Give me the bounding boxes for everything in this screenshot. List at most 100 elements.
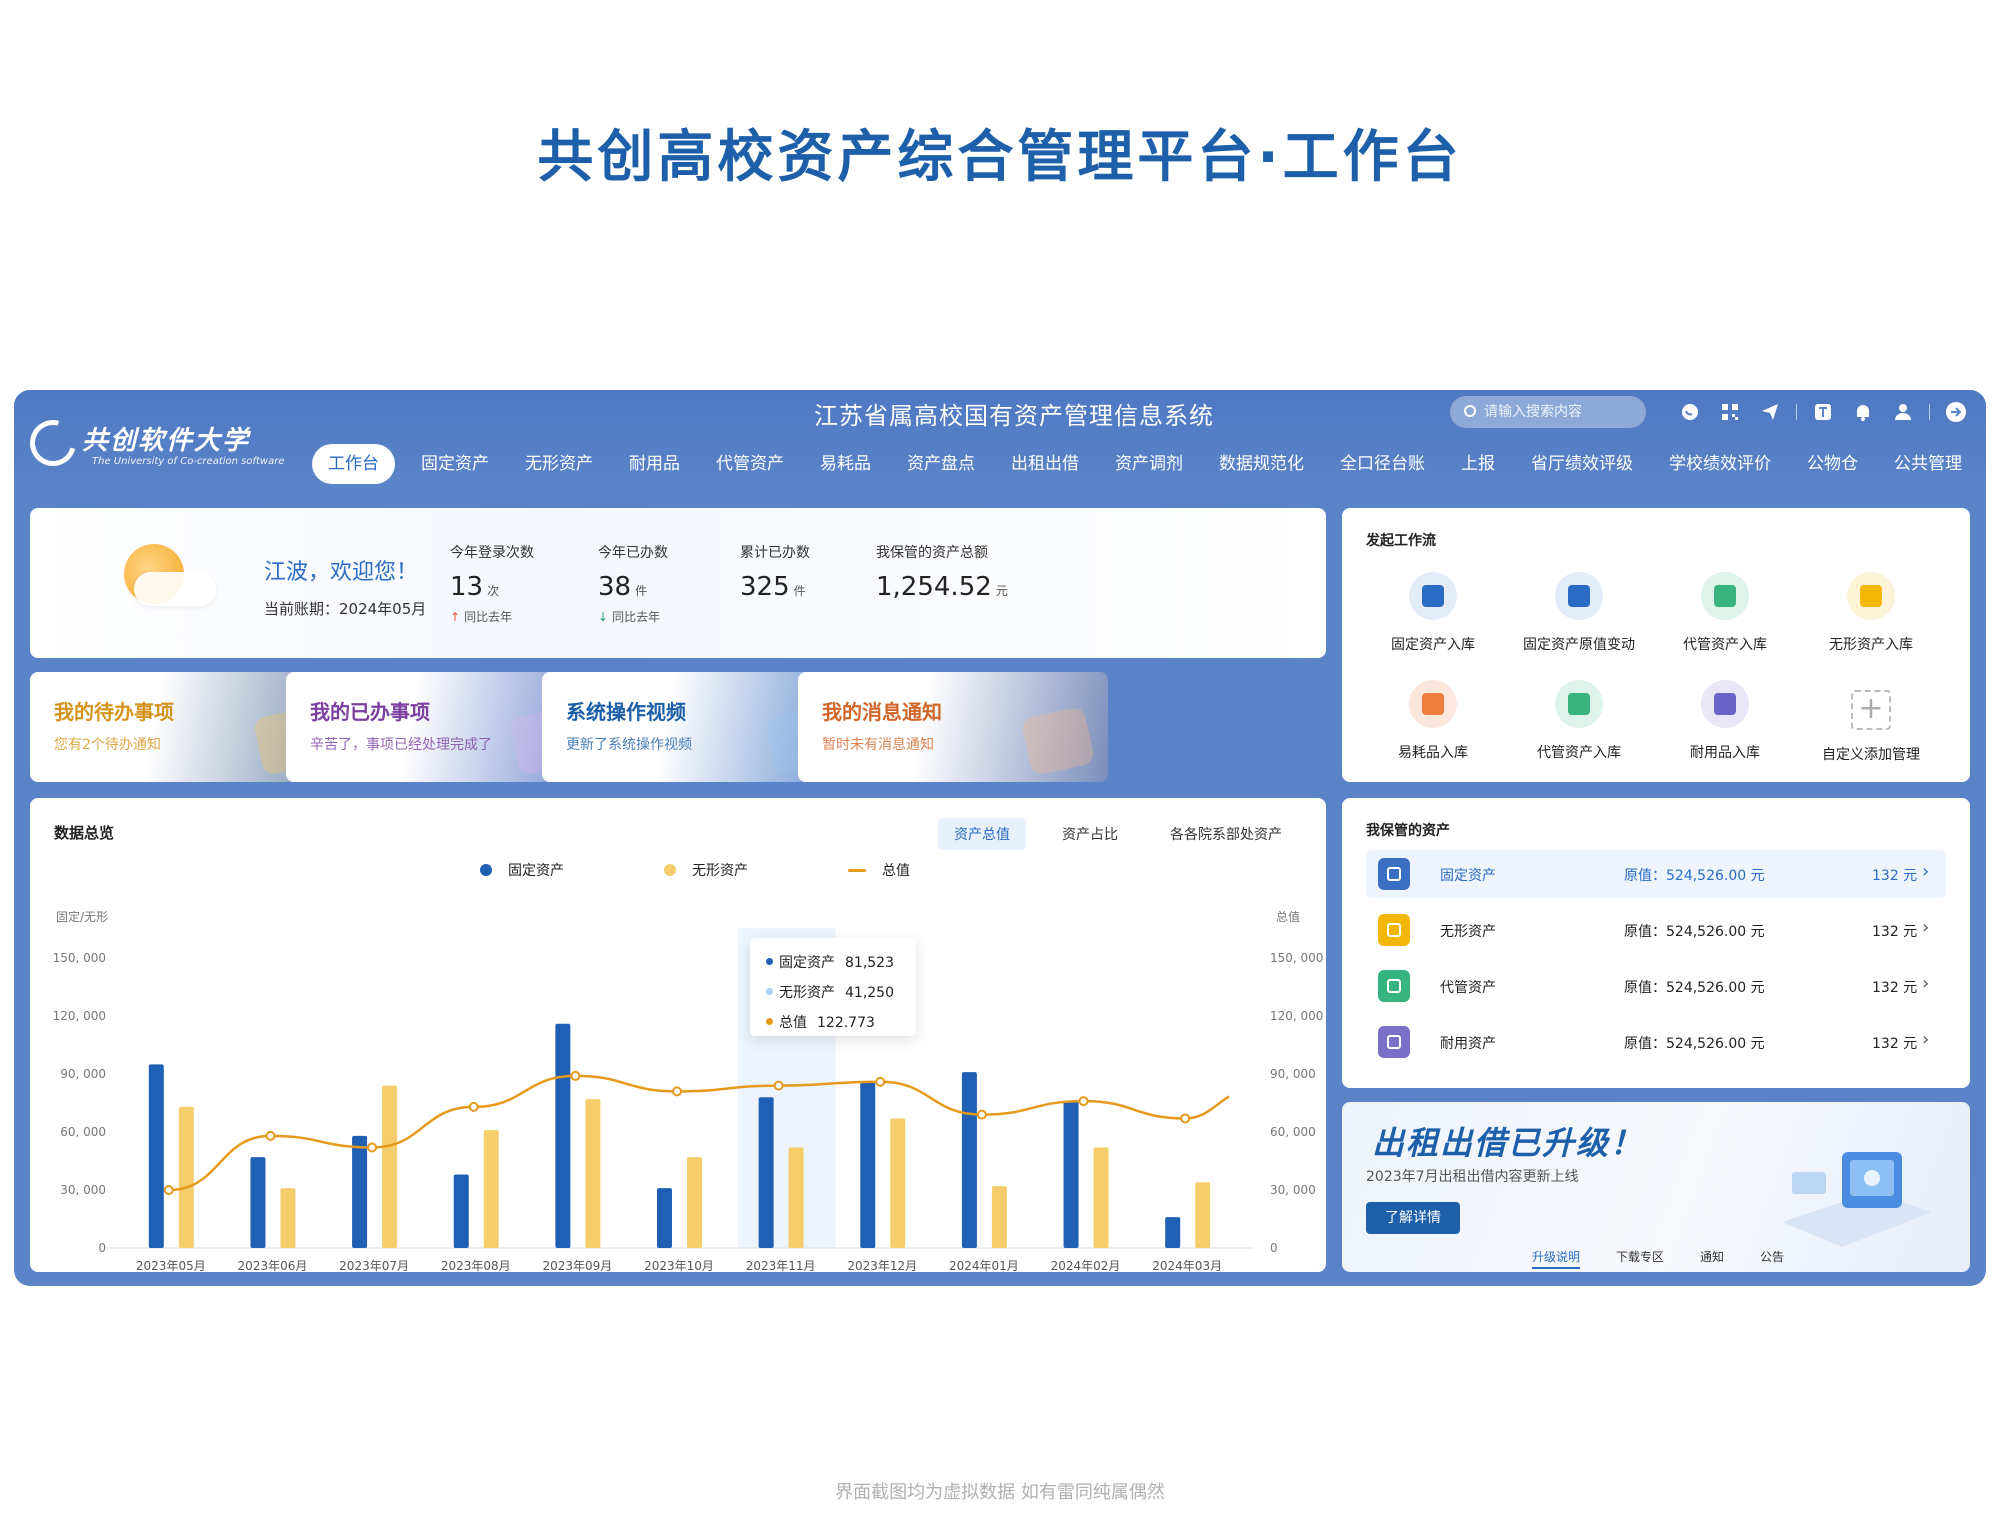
workflow-add-custom[interactable]: + 自定义添加管理 <box>1796 686 1946 764</box>
workflow-item[interactable]: 固定资产入库 <box>1358 572 1508 654</box>
divider <box>1929 404 1930 420</box>
user-icon[interactable] <box>1883 396 1923 428</box>
x-tick-label: 2024年01月 <box>949 1259 1019 1272</box>
nav-item[interactable]: 公物仓 <box>1789 444 1876 484</box>
nav-item[interactable]: 易耗品 <box>802 444 889 484</box>
asset-original-value: 原值：524,526.00 元 <box>1624 980 1765 996</box>
asset-original-value: 原值：524,526.00 元 <box>1624 924 1765 940</box>
total-value-point <box>367 1142 378 1153</box>
workflow-item-icon <box>1701 680 1749 728</box>
total-value-point <box>1078 1096 1089 1107</box>
qrcode-icon[interactable] <box>1710 396 1750 428</box>
bar-fixed-asset <box>1165 1217 1181 1248</box>
left-tick-label: 90, 000 <box>60 1067 106 1081</box>
asset-count: 132 元 <box>1872 1036 1918 1052</box>
chevron-right-icon[interactable]: › <box>1922 973 1929 994</box>
stat-trend-label: 同比去年 <box>612 610 661 624</box>
workflow-add-label: 自定义添加管理 <box>1822 747 1920 763</box>
workflow-item-label: 代管资产入库 <box>1537 745 1621 761</box>
nav-item[interactable]: 全口径台账 <box>1322 444 1443 484</box>
nav-item[interactable]: 耐用品 <box>611 444 698 484</box>
bell-icon[interactable] <box>1843 396 1883 428</box>
nav-item[interactable]: 公共管理 <box>1876 444 1980 484</box>
stat-value-row: 325 件 <box>740 572 810 602</box>
quick-card-title: 系统操作视频 <box>566 700 686 724</box>
app-window: 共创软件大学 The University of Co-creation sof… <box>14 390 1986 1286</box>
workflow-item-label: 耐用品入库 <box>1690 745 1760 761</box>
right-tick-label: 120, 000 <box>1270 1009 1323 1023</box>
promo-tab[interactable]: 下载专区 <box>1616 1248 1664 1269</box>
chevron-right-icon[interactable]: › <box>1922 861 1929 882</box>
workflow-item[interactable]: 耐用品入库 <box>1650 680 1800 762</box>
bar-intangible-asset <box>1195 1182 1211 1248</box>
promo-tabs: 升级说明 下载专区 通知 公告 <box>1532 1248 1784 1269</box>
right-tick-label: 150, 000 <box>1270 951 1323 965</box>
top-bar: 共创软件大学 The University of Co-creation sof… <box>14 390 1986 492</box>
tooltip-value: 81,523 <box>845 955 894 971</box>
right-tick-label: 30, 000 <box>1270 1183 1316 1197</box>
stat-block: 我保管的资产总额 1,254.52 元 <box>876 542 1008 602</box>
bar-intangible-asset <box>1093 1147 1109 1248</box>
asset-row[interactable]: 固定资产 原值：524,526.00 元 132 元 › <box>1366 850 1946 898</box>
bar-intangible-asset <box>382 1085 398 1248</box>
learn-more-button[interactable]: 了解详情 <box>1366 1202 1460 1234</box>
logout-icon[interactable] <box>1936 396 1976 428</box>
bar-fixed-asset <box>453 1174 469 1248</box>
nav-item[interactable]: 固定资产 <box>403 444 507 484</box>
asset-row[interactable]: 无形资产 原值：524,526.00 元 132 元 › <box>1366 906 1946 954</box>
workflow-item[interactable]: 代管资产入库 <box>1650 572 1800 654</box>
footer-disclaimer: 界面截图均为虚拟数据 如有雷同纯属偶然 <box>835 1482 1165 1503</box>
nav-item[interactable]: 上报 <box>1443 444 1513 484</box>
x-tick-label: 2023年08月 <box>441 1259 511 1272</box>
promo-tab[interactable]: 升级说明 <box>1532 1248 1581 1269</box>
nav-item[interactable]: 代管资产 <box>698 444 802 484</box>
message-card[interactable]: 我的消息通知 暂时未有消息通知 <box>798 672 1108 782</box>
nav-item[interactable]: 工作台 <box>312 444 395 484</box>
workflow-item[interactable]: 易耗品入库 <box>1358 680 1508 762</box>
text-icon[interactable] <box>1803 396 1843 428</box>
promo-tab[interactable]: 通知 <box>1700 1248 1724 1269</box>
my-assets-panel: 我保管的资产 固定资产 原值：524,526.00 元 132 元 › 无形资产 原值：5… <box>1342 798 1970 1088</box>
logo-name: 共创软件大学 <box>82 426 251 456</box>
total-value-point <box>468 1101 479 1112</box>
nav-item[interactable]: 数据规范化 <box>1201 444 1322 484</box>
chevron-right-icon[interactable]: › <box>1922 1029 1929 1050</box>
promo-subtitle: 2023年7月出租出借内容更新上线 <box>1366 1169 1579 1185</box>
nav-item[interactable]: 无形资产 <box>507 444 611 484</box>
total-value-point <box>163 1185 174 1195</box>
chevron-right-icon[interactable]: › <box>1922 917 1929 938</box>
folder-icon <box>1387 867 1401 881</box>
stat-trend: ↓ 同比去年 <box>598 608 668 625</box>
tooltip-label: 总值 <box>779 1015 807 1031</box>
stat-label: 今年登录次数 <box>450 545 534 561</box>
x-tick-label: 2023年05月 <box>136 1259 206 1272</box>
quick-card-subtitle: 暂时未有消息通知 <box>822 737 934 753</box>
stat-label: 我保管的资产总额 <box>876 545 988 561</box>
asset-row[interactable]: 耐用资产 原值：524,526.00 元 132 元 › <box>1366 1018 1946 1066</box>
nav-item[interactable]: 出租出借 <box>993 444 1097 484</box>
search-icon <box>1464 405 1476 417</box>
workflow-item[interactable]: 无形资产入库 <box>1796 572 1946 654</box>
quick-card-subtitle: 辛苦了，事项已经处理完成了 <box>310 737 492 753</box>
logo-icon <box>21 411 85 475</box>
quick-card-decoration-icon <box>1020 705 1096 777</box>
total-value-point <box>875 1076 886 1087</box>
wechat-icon[interactable] <box>1670 396 1710 428</box>
workflow-item[interactable]: 固定资产原值变动 <box>1504 572 1654 654</box>
search-input[interactable]: 请输入搜索内容 <box>1450 396 1646 428</box>
send-icon[interactable] <box>1750 396 1790 428</box>
workflow-item-label: 无形资产入库 <box>1829 637 1913 653</box>
asset-original-value: 原值：524,526.00 元 <box>1624 868 1765 884</box>
document-icon <box>1422 693 1444 715</box>
nav-item[interactable]: 省厅绩效评级 <box>1513 444 1651 484</box>
nav-item[interactable]: 资产盘点 <box>889 444 993 484</box>
workflow-item[interactable]: 代管资产入库 <box>1504 680 1654 762</box>
x-tick-label: 2024年02月 <box>1051 1259 1121 1272</box>
bar-fixed-asset <box>657 1188 672 1248</box>
tooltip-value: 41,250 <box>845 985 894 1001</box>
asset-count: 132 元 <box>1872 868 1918 884</box>
nav-item[interactable]: 学校绩效评价 <box>1651 444 1789 484</box>
nav-item[interactable]: 资产调剂 <box>1097 444 1201 484</box>
bar-fixed-asset <box>250 1157 266 1248</box>
asset-row[interactable]: 代管资产 原值：524,526.00 元 132 元 › <box>1366 962 1946 1010</box>
